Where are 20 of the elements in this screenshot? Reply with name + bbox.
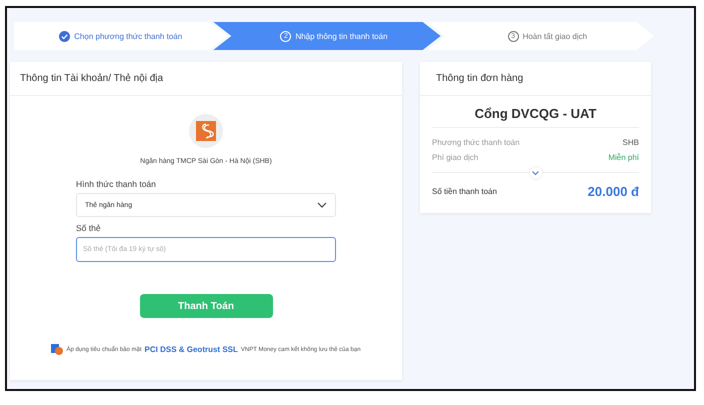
field-label: Số thẻ [76,223,102,233]
chevron-down-icon [317,202,327,208]
step-label: Nhập thông tin thanh toán [295,32,388,40]
shield-icon [51,344,64,355]
card-title: Thông tin Tài khoản/ Thẻ nội địa [10,62,402,96]
merchant-name: Cổng DVCQG - UAT [432,96,639,128]
info-label: Phí giao dịch [432,153,478,162]
total-label: Số tiền thanh toán [432,187,497,196]
step-label: Hoàn tất giao dịch [522,32,588,40]
check-icon [59,30,70,42]
info-label: Phương thức thanh toán [432,138,520,147]
field-label: Hình thức thanh toán [76,179,157,189]
step-label: Chọn phương thức thanh toán [74,32,182,40]
card-title: Thông tin đơn hàng [420,62,651,96]
total-amount: 20.000 đ [588,184,639,199]
info-value: SHB [622,138,639,147]
bank-logo-icon [189,114,223,148]
chevron-down-icon[interactable] [530,167,542,179]
info-value: Miễn phí [608,153,639,162]
security-link[interactable]: PCI DSS & Geotrust SSL [144,345,238,354]
